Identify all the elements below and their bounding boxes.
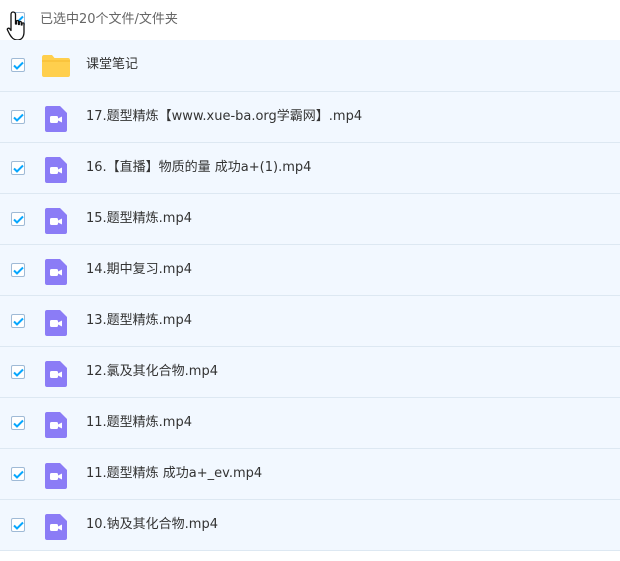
row-checkbox[interactable] [11,263,25,277]
video-file-icon [44,309,68,341]
folder-icon [40,54,72,82]
file-name[interactable]: 11.题型精炼 成功a+_ev.mp4 [86,465,262,483]
checkmark-icon [12,61,24,70]
row-checkbox[interactable] [11,416,25,430]
file-row[interactable]: 11.题型精炼.mp4 [0,398,620,449]
row-checkbox[interactable] [11,365,25,379]
checkmark-icon [12,368,24,377]
selected-count-text: 已选中20个文件/文件夹 [40,12,178,27]
folder-row[interactable]: 课堂笔记 [0,40,620,92]
row-checkbox[interactable] [11,110,25,124]
row-checkbox[interactable] [11,314,25,328]
row-checkbox[interactable] [11,467,25,481]
file-row[interactable]: 16.【直播】物质的量 成功a+(1).mp4 [0,143,620,194]
hand-cursor-icon [6,11,25,41]
file-row[interactable]: 14.期中复习.mp4 [0,245,620,296]
file-row[interactable]: 17.题型精炼【www.xue-ba.org学霸网】.mp4 [0,92,620,143]
checkmark-icon [12,317,24,326]
file-name[interactable]: 11.题型精炼.mp4 [86,414,192,432]
checkmark-icon [12,113,24,122]
video-file-icon [44,207,68,239]
file-name[interactable]: 13.题型精炼.mp4 [86,312,192,330]
video-file-icon [44,156,68,188]
row-checkbox[interactable] [11,212,25,226]
file-name[interactable]: 12.氯及其化合物.mp4 [86,363,218,381]
file-name[interactable]: 16.【直播】物质的量 成功a+(1).mp4 [86,159,311,177]
checkmark-icon [12,521,24,530]
file-name[interactable]: 17.题型精炼【www.xue-ba.org学霸网】.mp4 [86,108,362,126]
file-row[interactable]: 13.题型精炼.mp4 [0,296,620,347]
file-name[interactable]: 15.题型精炼.mp4 [86,210,192,228]
video-file-icon [44,258,68,290]
video-file-icon [44,105,68,137]
row-checkbox[interactable] [11,518,25,532]
file-name[interactable]: 14.期中复习.mp4 [86,261,192,279]
file-name[interactable]: 10.钠及其化合物.mp4 [86,516,218,534]
checkmark-icon [12,164,24,173]
row-checkbox[interactable] [11,58,25,72]
file-row[interactable]: 15.题型精炼.mp4 [0,194,620,245]
file-name[interactable]: 课堂笔记 [86,56,138,74]
video-file-icon [44,513,68,545]
checkmark-icon [12,470,24,479]
file-row[interactable]: 11.题型精炼 成功a+_ev.mp4 [0,449,620,500]
video-file-icon [44,462,68,494]
file-list: 课堂笔记 17.题型精炼【www.xue-ba.org学霸网】.mp4 16.【直播… [0,40,620,551]
video-file-icon [44,411,68,443]
row-checkbox[interactable] [11,161,25,175]
file-row[interactable]: 12.氯及其化合物.mp4 [0,347,620,398]
checkmark-icon [12,266,24,275]
checkmark-icon [12,419,24,428]
checkmark-icon [12,215,24,224]
file-row[interactable]: 10.钠及其化合物.mp4 [0,500,620,551]
video-file-icon [44,360,68,392]
selection-header: 已选中20个文件/文件夹 [0,0,620,41]
